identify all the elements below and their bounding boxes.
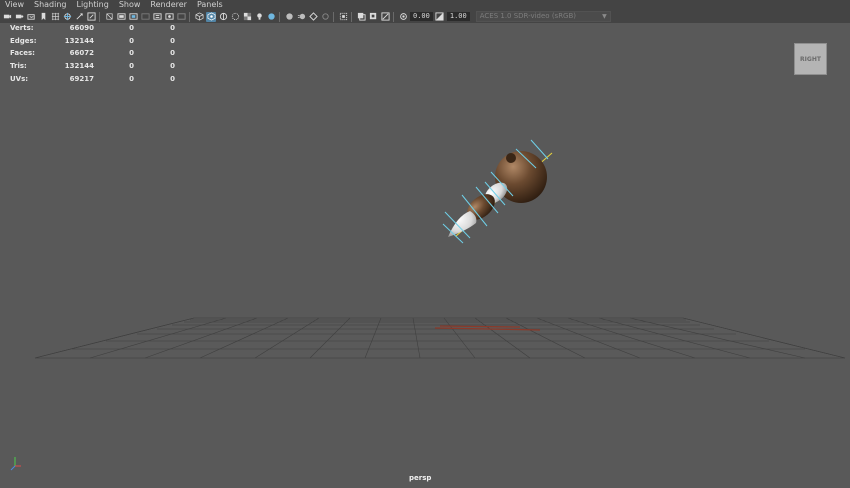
camera-name-label: persp — [409, 474, 432, 482]
viewport-3d[interactable] — [0, 0, 850, 488]
view-cube[interactable]: RIGHT — [794, 43, 827, 75]
ground-grid — [34, 317, 846, 359]
antenna-knob — [506, 153, 516, 163]
character-model[interactable] — [442, 139, 553, 244]
axis-gizmo-icon — [10, 457, 21, 471]
view-cube-label: RIGHT — [800, 55, 821, 63]
